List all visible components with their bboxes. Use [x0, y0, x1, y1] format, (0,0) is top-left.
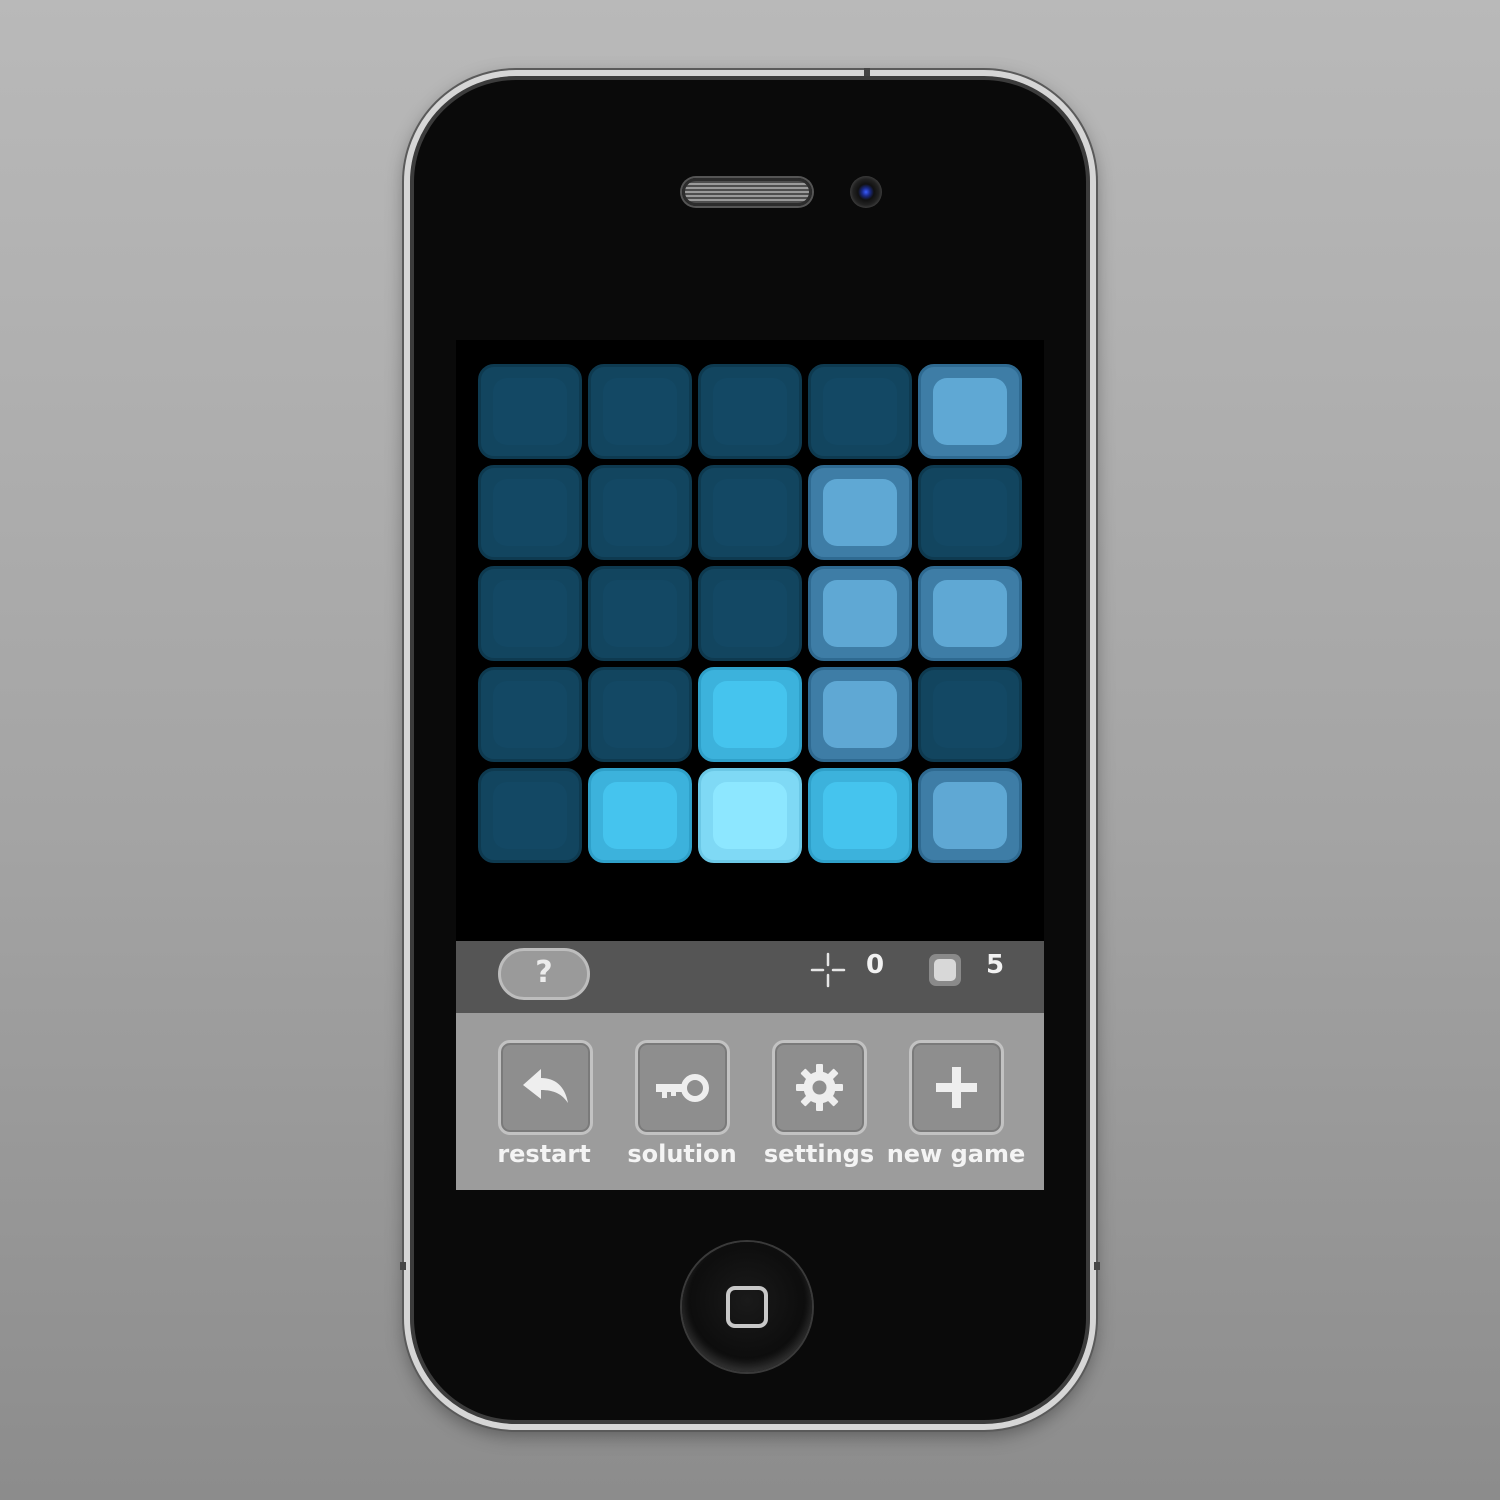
side-button-right: [1094, 1262, 1100, 1270]
front-camera: [850, 176, 882, 208]
grid-tile-face: [823, 782, 897, 849]
tile-icon: [929, 954, 961, 986]
grid-tile[interactable]: [588, 364, 692, 459]
grid-tile[interactable]: [588, 566, 692, 661]
solution-label: solution: [627, 1140, 737, 1168]
home-square-icon: [726, 1286, 768, 1328]
grid-tile[interactable]: [588, 768, 692, 863]
grid-tile[interactable]: [918, 768, 1022, 863]
grid-tile[interactable]: [478, 566, 582, 661]
grid-tile-face: [933, 378, 1007, 445]
undo-arrow-icon: [523, 1069, 568, 1103]
grid-tile-face: [603, 580, 677, 647]
grid-tile-face: [933, 479, 1007, 546]
grid-tile[interactable]: [698, 768, 802, 863]
crosshair-icon: [810, 952, 846, 988]
gear-icon: [796, 1064, 843, 1111]
grid-tile-face: [823, 479, 897, 546]
tiles-count: 5: [986, 950, 1005, 980]
grid-tile-face: [713, 580, 787, 647]
grid-tile-face: [713, 378, 787, 445]
grid-tile-face: [493, 782, 567, 849]
grid-tile[interactable]: [918, 364, 1022, 459]
grid-tile[interactable]: [918, 667, 1022, 762]
grid-tile-face: [933, 580, 1007, 647]
grid-tile[interactable]: [698, 566, 802, 661]
grid-tile-face: [603, 681, 677, 748]
grid-tile[interactable]: [478, 768, 582, 863]
grid-tile[interactable]: [808, 667, 912, 762]
grid-tile-face: [823, 378, 897, 445]
grid-tile[interactable]: [588, 667, 692, 762]
grid-tile-face: [493, 479, 567, 546]
grid-tile-face: [823, 580, 897, 647]
grid-tile[interactable]: [588, 465, 692, 560]
grid-tile[interactable]: [808, 566, 912, 661]
grid-tile-face: [603, 479, 677, 546]
grid-tile-face: [823, 681, 897, 748]
earpiece-speaker: [682, 178, 812, 206]
grid-tile[interactable]: [478, 364, 582, 459]
grid-tile[interactable]: [808, 768, 912, 863]
grid-tile[interactable]: [918, 566, 1022, 661]
grid-tile[interactable]: [698, 364, 802, 459]
help-button[interactable]: ?: [498, 948, 590, 1000]
grid-tile[interactable]: [698, 667, 802, 762]
grid-tile-face: [713, 681, 787, 748]
grid-tile-face: [713, 782, 787, 849]
key-icon: [656, 1074, 709, 1102]
side-button-top: [864, 68, 870, 76]
restart-label: restart: [497, 1140, 591, 1168]
home-button[interactable]: [682, 1242, 812, 1372]
new-game-label: new game: [886, 1140, 1026, 1168]
game-board: [478, 364, 1028, 869]
grid-tile-face: [933, 782, 1007, 849]
new-game-button[interactable]: [909, 1040, 1004, 1135]
solution-button[interactable]: [635, 1040, 730, 1135]
settings-label: settings: [763, 1140, 875, 1168]
grid-tile-face: [933, 681, 1007, 748]
plus-icon: [936, 1067, 977, 1108]
grid-tile[interactable]: [698, 465, 802, 560]
side-button-left: [400, 1262, 406, 1270]
grid-tile-face: [603, 782, 677, 849]
grid-tile[interactable]: [478, 465, 582, 560]
grid-tile-face: [713, 479, 787, 546]
grid-tile[interactable]: [808, 364, 912, 459]
grid-tile-face: [603, 378, 677, 445]
moves-count: 0: [866, 950, 885, 980]
grid-tile-face: [493, 580, 567, 647]
restart-button[interactable]: [498, 1040, 593, 1135]
grid-tile[interactable]: [918, 465, 1022, 560]
grid-tile-face: [493, 378, 567, 445]
grid-tile-face: [493, 681, 567, 748]
grid-tile[interactable]: [478, 667, 582, 762]
grid-tile[interactable]: [808, 465, 912, 560]
settings-button[interactable]: [772, 1040, 867, 1135]
